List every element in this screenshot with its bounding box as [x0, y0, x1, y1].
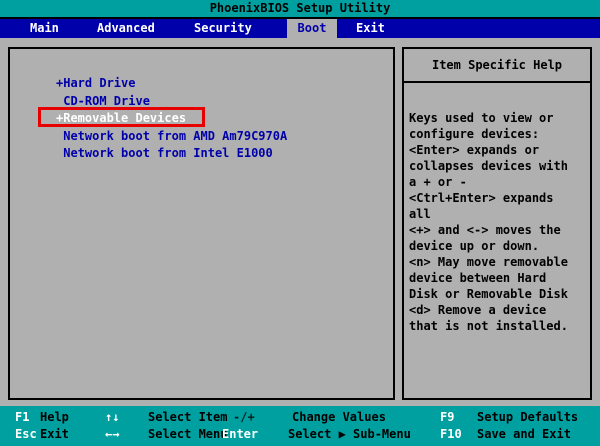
help-line: device between Hard	[409, 271, 547, 285]
help-line: <n> May move removable	[409, 255, 568, 269]
boot-item-hard-drive[interactable]: +Hard Drive	[48, 75, 287, 93]
tab-boot-active[interactable]: Boot	[287, 19, 337, 38]
help-panel-body: Keys used to view or configure devices: …	[404, 83, 590, 334]
legend-key-minus-plus: -/+	[233, 410, 255, 424]
help-line: <d> Remove a device	[409, 303, 547, 317]
help-line: collapses devices with	[409, 159, 568, 173]
tab-security[interactable]: Security	[194, 19, 252, 38]
help-panel-title: Item Specific Help	[404, 49, 590, 83]
legend-key-f1: F1	[15, 410, 30, 424]
boot-item-network-amd[interactable]: Network boot from AMD Am79C970A	[48, 128, 287, 146]
legend-key-f9: F9	[440, 410, 455, 424]
help-line: Disk or Removable Disk	[409, 287, 568, 301]
boot-item-network-intel[interactable]: Network boot from Intel E1000	[48, 145, 287, 163]
tab-main[interactable]: Main	[30, 19, 59, 38]
legend-label-help: Help	[40, 410, 69, 424]
boot-order-list: +Hard Drive CD-ROM Drive +Removable Devi…	[48, 75, 287, 163]
tab-advanced[interactable]: Advanced	[97, 19, 155, 38]
help-line: that is not installed.	[409, 319, 568, 333]
help-line: device up or down.	[409, 239, 540, 253]
legend-label-select-menu: Select Menu	[148, 427, 228, 441]
boot-item-cdrom-drive[interactable]: CD-ROM Drive	[48, 93, 287, 111]
legend-label-change-values: Change Values	[292, 410, 386, 424]
help-line: all	[409, 207, 431, 221]
help-panel: Item Specific Help Keys used to view or …	[402, 47, 592, 400]
help-line: <Enter> expands or	[409, 143, 540, 157]
legend-key-updown-icon: ↑↓	[105, 410, 120, 424]
legend-key-f10: F10	[440, 427, 462, 441]
legend-label-exit: Exit	[40, 427, 69, 441]
help-line: a + or -	[409, 175, 467, 189]
legend-key-leftright-icon: ←→	[105, 427, 120, 441]
boot-menu-panel: +Hard Drive CD-ROM Drive +Removable Devi…	[8, 47, 395, 400]
menu-bar: Main Advanced Security Boot Exit	[0, 19, 600, 38]
legend-label-setup-defaults: Setup Defaults	[477, 410, 579, 424]
hotkey-legend: F1 Help ↑↓ Select Item -/+ Change Values…	[0, 406, 600, 446]
help-line: <Ctrl+Enter> expands	[409, 191, 554, 205]
window-title: PhoenixBIOS Setup Utility	[0, 0, 600, 19]
legend-key-enter: Enter	[222, 427, 259, 441]
legend-label-select-submenu: Select ▶ Sub-Menu	[288, 427, 411, 441]
bios-setup-screen: PhoenixBIOS Setup Utility Main Advanced …	[0, 0, 600, 446]
help-line: <+> and <-> moves the	[409, 223, 561, 237]
help-line: configure devices:	[409, 127, 540, 141]
legend-key-esc: Esc	[15, 427, 37, 441]
boot-item-removable-devices[interactable]: +Removable Devices	[48, 110, 287, 128]
legend-label-save-exit: Save and Exit	[477, 427, 571, 441]
legend-label-select-item: Select Item	[148, 410, 228, 424]
tab-exit[interactable]: Exit	[356, 19, 385, 38]
help-line: Keys used to view or	[409, 111, 554, 125]
